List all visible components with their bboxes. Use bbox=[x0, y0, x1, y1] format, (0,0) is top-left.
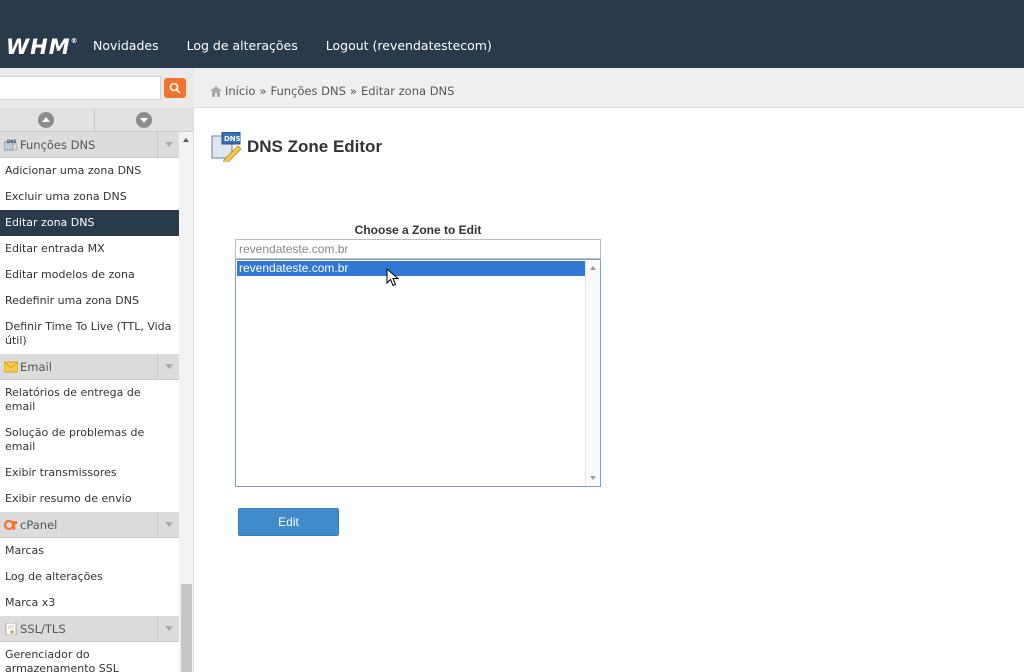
breadcrumb: Início » Funções DNS » Editar zona DNS bbox=[194, 68, 1024, 108]
sidebar-group-title: SSL/TLS bbox=[20, 622, 66, 636]
sidebar-item-zone-templates[interactable]: Editar modelos de zona bbox=[0, 262, 179, 288]
mouse-cursor-icon bbox=[386, 268, 399, 287]
breadcrumb-dns-link[interactable]: Funções DNS bbox=[270, 84, 345, 98]
dns-icon: DNS bbox=[4, 139, 18, 151]
sidebar-group-email[interactable]: Email bbox=[0, 354, 179, 380]
sidebar-group-dns[interactable]: DNS Funções DNS bbox=[0, 132, 179, 158]
sidebar-search bbox=[0, 68, 194, 108]
sidebar-group-title: Funções DNS bbox=[20, 138, 96, 152]
sidebar: DNS Funções DNS Adicionar uma zona DNS E… bbox=[0, 108, 194, 672]
zone-listbox[interactable]: revendateste.com.br bbox=[235, 259, 601, 487]
divider bbox=[94, 108, 95, 132]
sidebar-menu: DNS Funções DNS Adicionar uma zona DNS E… bbox=[0, 132, 179, 672]
expand-all-icon[interactable] bbox=[136, 112, 152, 128]
search-input[interactable] bbox=[0, 76, 161, 100]
sidebar-item-x3-brand[interactable]: Marca x3 bbox=[0, 590, 179, 616]
zone-list-scrollbar[interactable] bbox=[585, 260, 600, 486]
dns-zone-editor-icon: DNS bbox=[211, 132, 242, 162]
nav-novidades-link[interactable]: Novidades bbox=[93, 38, 159, 53]
sidebar-item-edit-dns-zone[interactable]: Editar zona DNS bbox=[0, 210, 179, 236]
sidebar-item-brands[interactable]: Marcas bbox=[0, 538, 179, 564]
chevron-down-icon[interactable] bbox=[157, 354, 179, 380]
cpanel-icon bbox=[4, 519, 17, 531]
search-icon bbox=[169, 82, 181, 94]
edit-button[interactable]: Edit bbox=[238, 508, 339, 536]
search-button[interactable] bbox=[164, 78, 186, 98]
zone-filter-input[interactable] bbox=[235, 239, 601, 259]
svg-text:DNS: DNS bbox=[7, 139, 17, 144]
sidebar-item-email-delivery-reports[interactable]: Relatórios de entrega de email bbox=[0, 380, 179, 420]
sidebar-group-cpanel[interactable]: cPanel bbox=[0, 512, 179, 538]
breadcrumb-home-link[interactable]: Início bbox=[225, 84, 255, 98]
chevron-down-icon[interactable] bbox=[157, 512, 179, 538]
chevron-down-icon[interactable] bbox=[157, 616, 179, 642]
breadcrumb-separator: » bbox=[259, 84, 267, 98]
sidebar-item-set-ttl[interactable]: Definir Time To Live (TTL, Vida útil) bbox=[0, 314, 179, 354]
sidebar-group-ssl[interactable]: SSL/TLS bbox=[0, 616, 179, 642]
sidebar-item-view-sending-summary[interactable]: Exibir resumo de envio bbox=[0, 486, 179, 512]
top-nav: Novidades Log de alterações Logout (reve… bbox=[93, 38, 520, 53]
chevron-down-icon[interactable] bbox=[157, 132, 179, 158]
scroll-up-icon[interactable] bbox=[590, 266, 596, 270]
breadcrumb-current: Editar zona DNS bbox=[360, 84, 455, 98]
svg-text:DNS: DNS bbox=[224, 135, 241, 143]
sidebar-expand-collapse bbox=[0, 108, 193, 132]
scrollbar-thumb[interactable] bbox=[181, 584, 192, 672]
sidebar-item-add-dns-zone[interactable]: Adicionar uma zona DNS bbox=[0, 158, 179, 184]
sidebar-item-ssl-storage-manager[interactable]: Gerenciador do armazenamento SSL bbox=[0, 642, 179, 672]
sidebar-item-view-relayers[interactable]: Exibir transmissores bbox=[0, 460, 179, 486]
sidebar-item-email-troubleshoot[interactable]: Solução de problemas de email bbox=[0, 420, 179, 460]
sidebar-group-title: Email bbox=[20, 360, 52, 374]
envelope-icon bbox=[4, 361, 18, 373]
sidebar-scrollbar[interactable] bbox=[179, 132, 193, 672]
sidebar-group-title: cPanel bbox=[20, 518, 58, 532]
zone-option-selected[interactable]: revendateste.com.br bbox=[237, 261, 585, 276]
nav-changelog-link[interactable]: Log de alterações bbox=[187, 38, 298, 53]
page-title: DNS Zone Editor bbox=[247, 137, 383, 156]
zone-select-label: Choose a Zone to Edit bbox=[354, 223, 482, 237]
whm-logo[interactable]: WHM® bbox=[6, 35, 79, 59]
collapse-all-icon[interactable] bbox=[38, 112, 54, 128]
scroll-down-icon[interactable] bbox=[590, 476, 596, 480]
home-icon bbox=[210, 85, 222, 97]
sidebar-item-edit-mx[interactable]: Editar entrada MX bbox=[0, 236, 179, 262]
sidebar-item-reset-dns-zone[interactable]: Redefinir uma zona DNS bbox=[0, 288, 179, 314]
sidebar-item-changelog[interactable]: Log de alterações bbox=[0, 564, 179, 590]
nav-logout-link[interactable]: Logout (revendatestecom) bbox=[326, 38, 492, 53]
breadcrumb-separator: » bbox=[349, 84, 357, 98]
top-navbar: WHM® Novidades Log de alterações Logout … bbox=[0, 0, 1024, 68]
scroll-up-icon[interactable] bbox=[183, 138, 189, 142]
certificate-icon bbox=[5, 623, 17, 635]
sidebar-item-delete-dns-zone[interactable]: Excluir uma zona DNS bbox=[0, 184, 179, 210]
